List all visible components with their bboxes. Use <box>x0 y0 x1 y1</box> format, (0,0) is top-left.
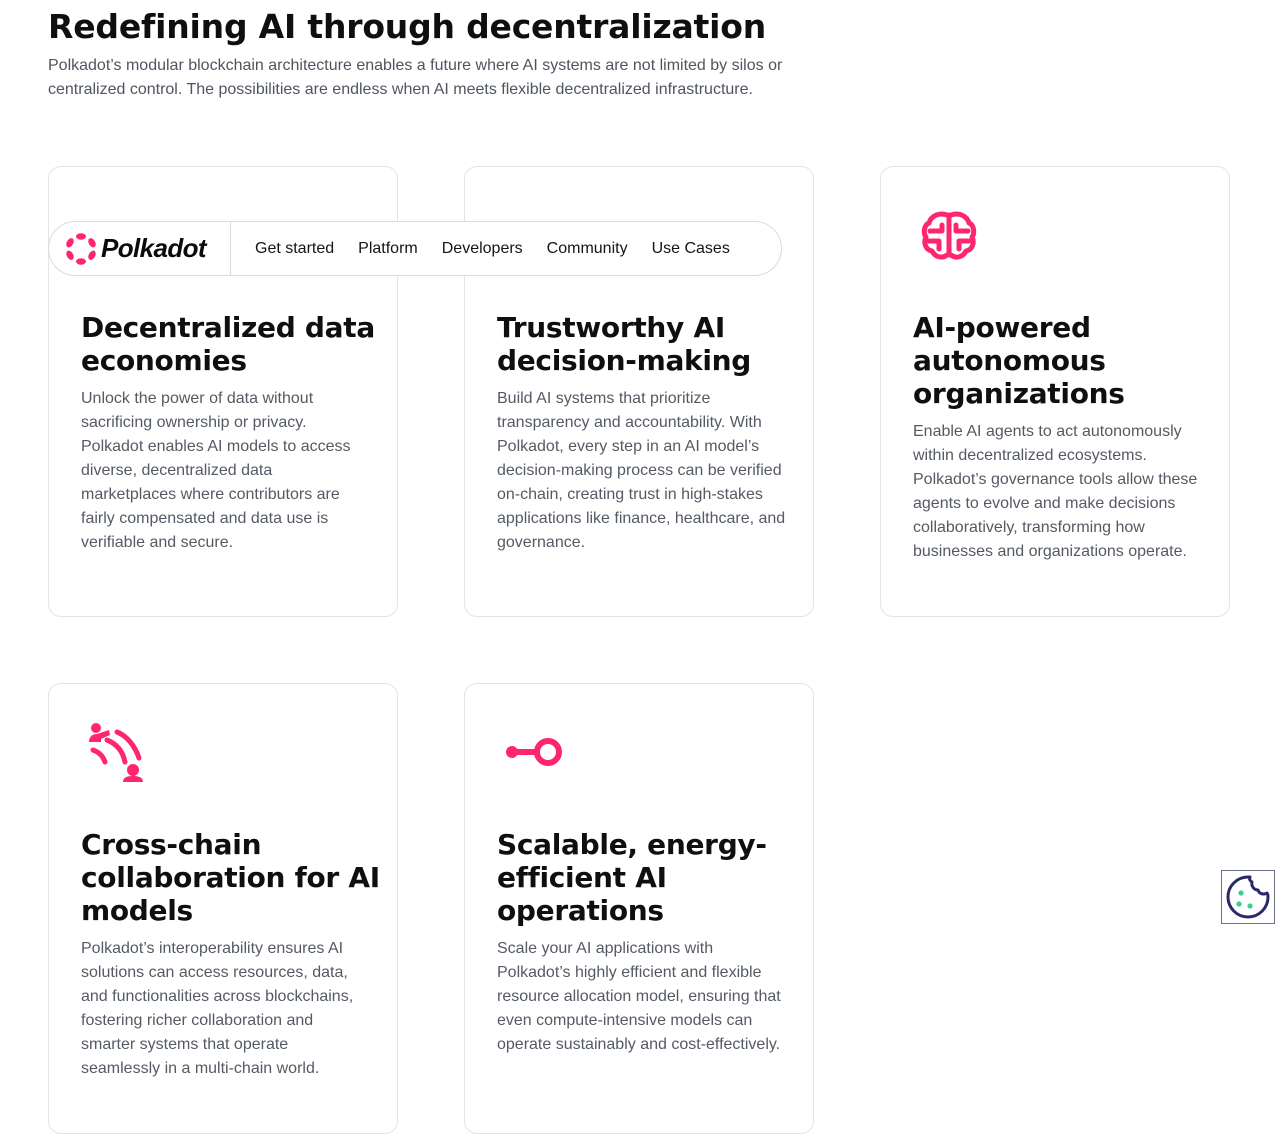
feature-card-cross-chain: Cross-chain collaboration for AI models … <box>48 683 398 1134</box>
nav-link-get-started[interactable]: Get started <box>255 240 334 258</box>
card-description: Enable AI agents to act autonomously wit… <box>913 423 1198 560</box>
card-description: Scale your AI applications with Polkadot… <box>497 940 781 1053</box>
cookie-settings-button[interactable] <box>1221 870 1275 924</box>
nav-link-use-cases[interactable]: Use Cases <box>652 240 730 258</box>
card-title: Cross-chain collaboration for AI models <box>81 828 380 927</box>
polkadot-logo-icon <box>66 232 96 265</box>
brain-circuit-icon <box>917 203 981 267</box>
nav-links: Get started Platform Developers Communit… <box>231 240 754 258</box>
feature-card-autonomous-orgs: AI-powered autonomous organizations Enab… <box>880 166 1230 617</box>
card-title: Trustworthy AI decision-making <box>497 311 752 377</box>
logo-wordmark: Polkadot <box>101 233 207 263</box>
card-title: Scalable, energy-efficient AI operations <box>497 828 767 927</box>
polkadot-logo[interactable]: Polkadot <box>49 222 231 275</box>
card-description: Unlock the power of data without sacrifi… <box>81 390 351 551</box>
people-signal-icon <box>85 720 149 784</box>
nav-link-developers[interactable]: Developers <box>442 240 523 258</box>
floating-navbar: Polkadot Get started Platform Developers… <box>48 221 782 276</box>
page-description: Polkadot’s modular blockchain architectu… <box>48 57 783 98</box>
card-description: Build AI systems that prioritize transpa… <box>497 390 786 551</box>
nav-link-community[interactable]: Community <box>547 240 628 258</box>
feature-card-scalable: Scalable, energy-efficient AI operations… <box>464 683 814 1134</box>
page-title: Redefining AI through decentralization <box>48 7 766 46</box>
card-title: Decentralized data economies <box>81 311 375 377</box>
nav-link-platform[interactable]: Platform <box>358 240 418 258</box>
cookie-icon <box>1226 875 1270 919</box>
card-description: Polkadot’s interoperability ensures AI s… <box>81 940 354 1077</box>
key-node-icon <box>501 720 565 784</box>
card-title: AI-powered autonomous organizations <box>913 311 1125 410</box>
